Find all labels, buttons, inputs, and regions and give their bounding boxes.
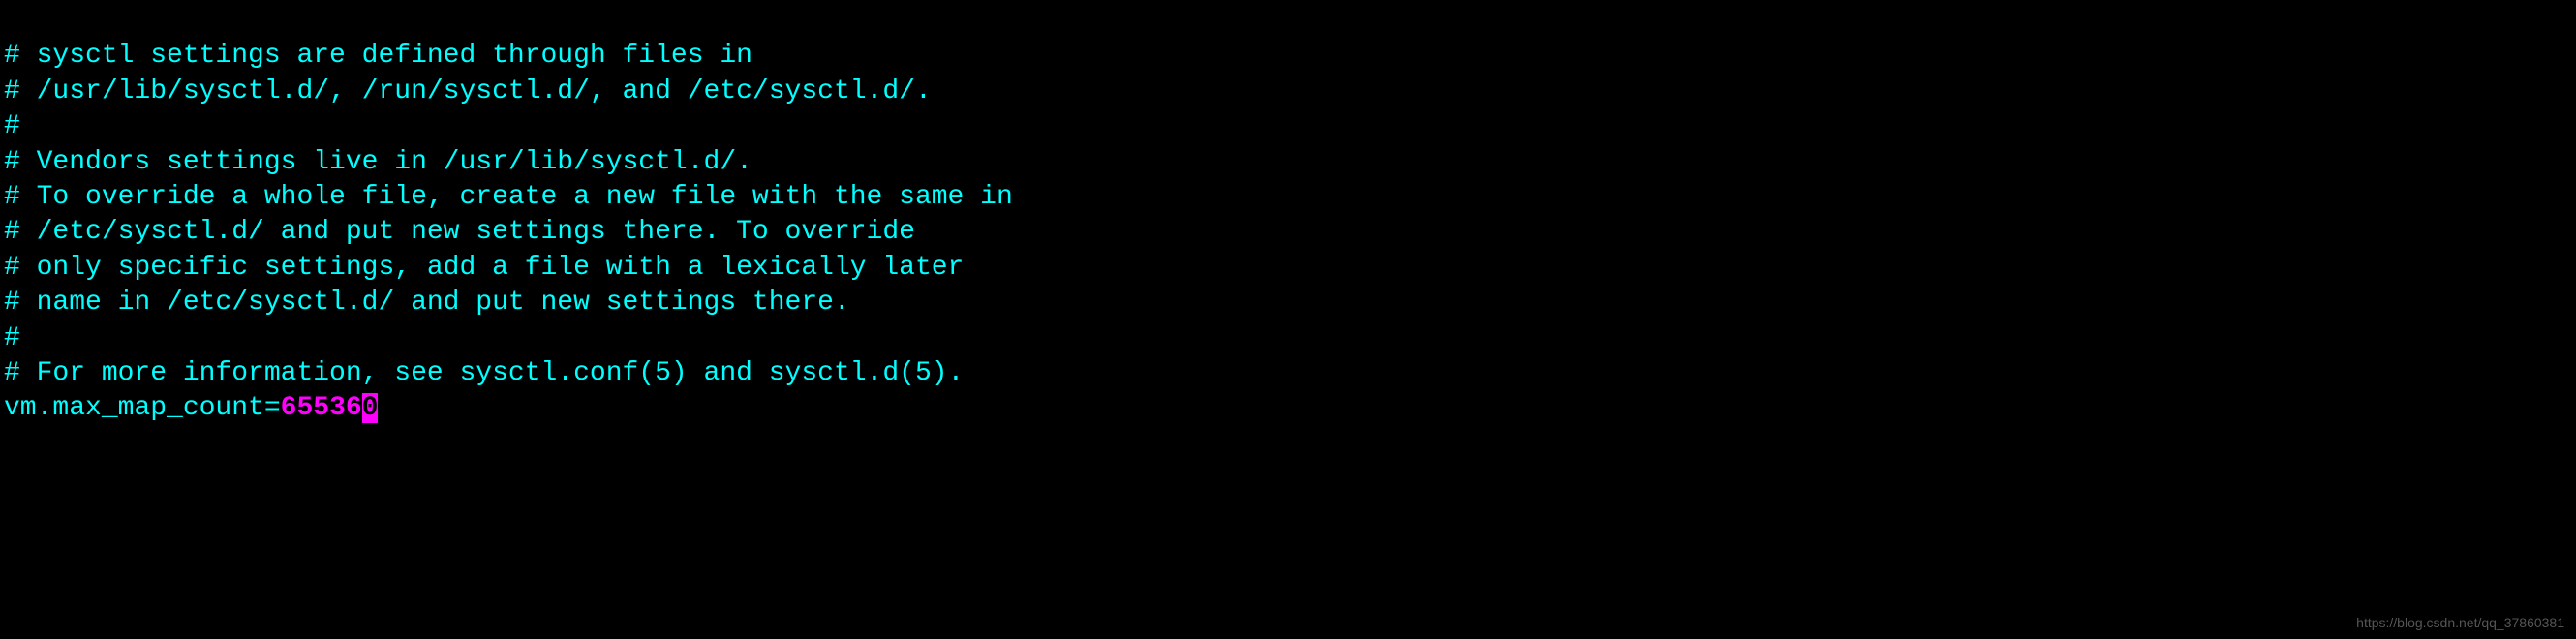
sysctl-setting-value: 65536: [281, 393, 362, 423]
terminal-cursor: 0: [362, 393, 379, 423]
comment-line: #: [4, 111, 20, 141]
comment-line: # name in /etc/sysctl.d/ and put new set…: [4, 288, 850, 318]
comment-line: # /etc/sysctl.d/ and put new settings th…: [4, 217, 915, 247]
watermark-text: https://blog.csdn.net/qq_37860381: [2356, 614, 2564, 631]
comment-line: # Vendors settings live in /usr/lib/sysc…: [4, 147, 752, 177]
comment-line: # only specific settings, add a file wit…: [4, 253, 964, 283]
comment-line: # sysctl settings are defined through fi…: [4, 41, 752, 71]
comment-line: # To override a whole file, create a new…: [4, 182, 1013, 212]
comment-line: # /usr/lib/sysctl.d/, /run/sysctl.d/, an…: [4, 76, 932, 106]
comment-line: #: [4, 323, 20, 353]
comment-line: # For more information, see sysctl.conf(…: [4, 358, 964, 388]
sysctl-setting-key: vm.max_map_count=: [4, 393, 281, 423]
terminal-output[interactable]: # sysctl settings are defined through fi…: [4, 4, 2572, 427]
